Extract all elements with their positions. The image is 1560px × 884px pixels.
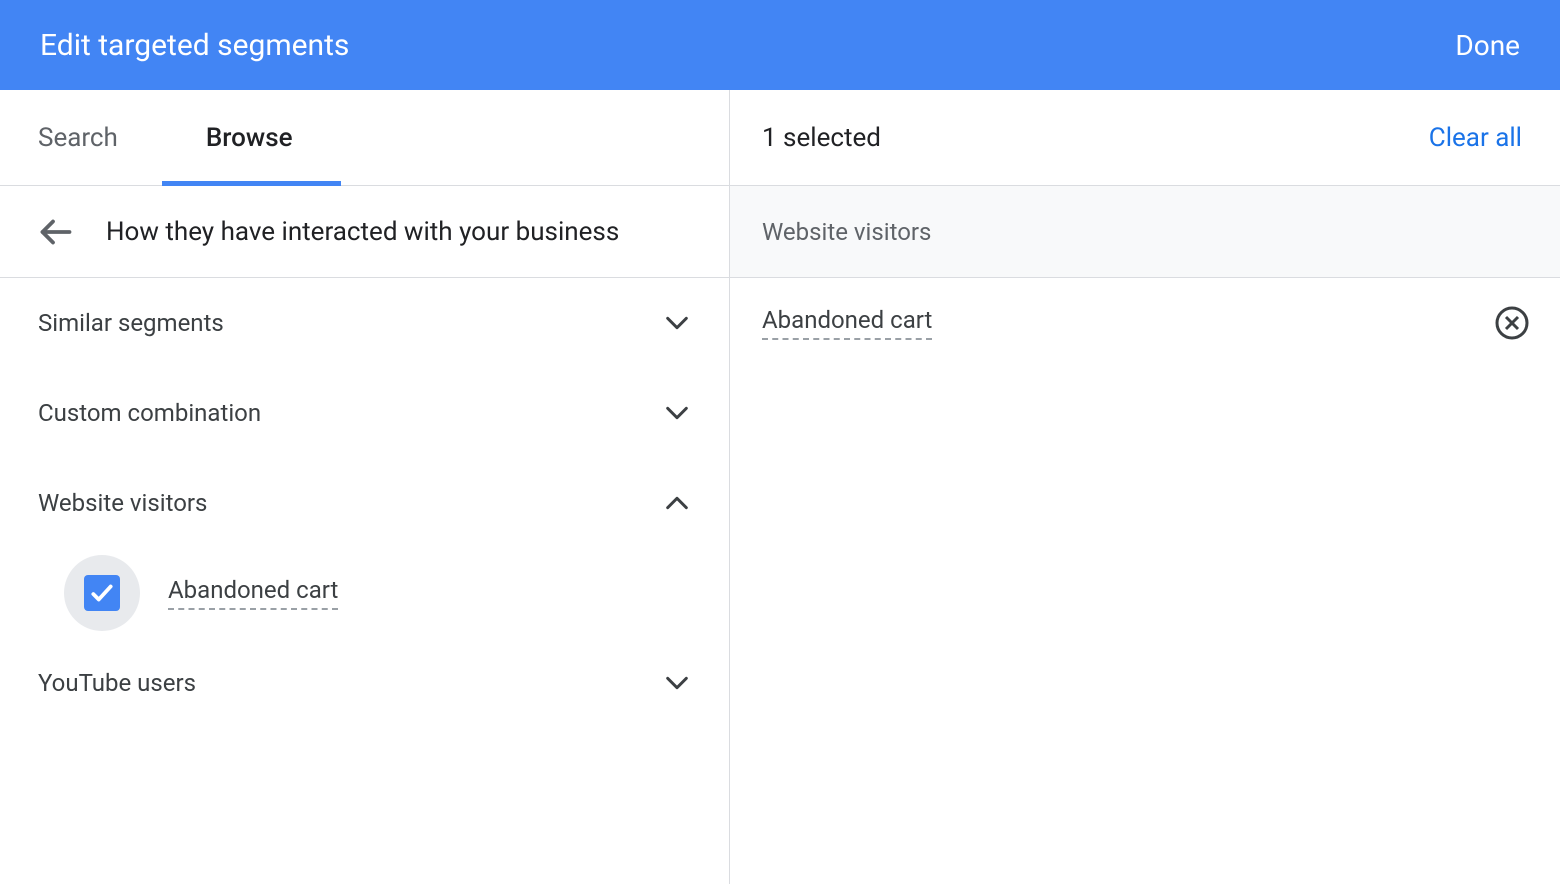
tabs: Search Browse	[0, 90, 729, 186]
tab-browse[interactable]: Browse	[206, 90, 293, 185]
selected-header: 1 selected Clear all	[730, 90, 1560, 186]
checkbox-checked	[84, 575, 120, 611]
done-button[interactable]: Done	[1455, 29, 1520, 62]
checkmark-icon	[89, 580, 115, 606]
chevron-down-icon	[663, 669, 691, 697]
breadcrumb-label: How they have interacted with your busin…	[106, 217, 619, 247]
category-label: Similar segments	[38, 309, 224, 337]
category-label: Custom combination	[38, 399, 261, 427]
chevron-down-icon	[663, 399, 691, 427]
selected-count: 1 selected	[762, 123, 881, 153]
chevron-down-icon	[663, 309, 691, 337]
close-icon[interactable]	[1494, 305, 1530, 341]
selected-group-header: Website visitors	[730, 186, 1560, 278]
tab-search[interactable]: Search	[38, 90, 118, 185]
left-panel: Search Browse How they have interacted w…	[0, 90, 730, 884]
selected-item: Abandoned cart	[730, 278, 1560, 368]
back-arrow-icon[interactable]	[38, 214, 74, 250]
right-panel: 1 selected Clear all Website visitors Ab…	[730, 90, 1560, 884]
clear-all-button[interactable]: Clear all	[1429, 123, 1522, 153]
breadcrumb: How they have interacted with your busin…	[0, 186, 729, 278]
checkbox-abandoned-cart[interactable]	[64, 555, 140, 631]
selected-item-label: Abandoned cart	[762, 306, 932, 340]
list-item: Abandoned cart	[38, 548, 691, 638]
list-item-label: Abandoned cart	[168, 576, 338, 610]
category-list: Similar segments Custom combination Webs…	[0, 278, 729, 728]
category-label: YouTube users	[38, 669, 196, 697]
chevron-up-icon	[663, 489, 691, 517]
category-website-visitors[interactable]: Website visitors	[38, 458, 691, 548]
category-youtube-users[interactable]: YouTube users	[38, 638, 691, 728]
dialog-content: Search Browse How they have interacted w…	[0, 90, 1560, 884]
category-similar-segments[interactable]: Similar segments	[38, 278, 691, 368]
category-custom-combination[interactable]: Custom combination	[38, 368, 691, 458]
dialog-title: Edit targeted segments	[40, 28, 349, 63]
dialog-header: Edit targeted segments Done	[0, 0, 1560, 90]
category-label: Website visitors	[38, 489, 207, 517]
